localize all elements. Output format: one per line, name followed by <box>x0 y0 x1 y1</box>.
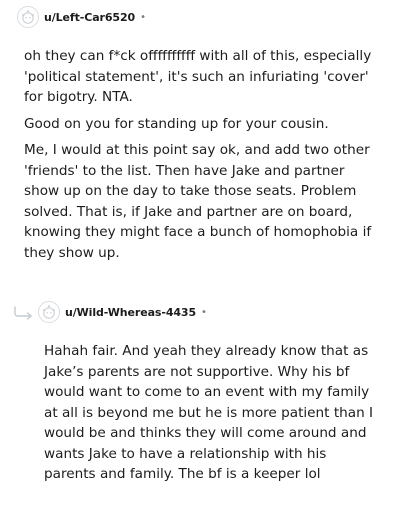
comment-paragraph: Hahah fair. And yeah they already know t… <box>44 343 374 482</box>
avatar[interactable] <box>38 301 60 323</box>
username[interactable]: u/Left-Car6520 <box>44 11 135 24</box>
comment-paragraph: Good on you for standing up for your cou… <box>24 115 329 132</box>
comment-paragraph: oh they can f*ck offffffffff with all of… <box>24 48 372 105</box>
snoo-avatar-icon <box>43 305 55 319</box>
comment-header: u/Wild-Whereas-4435 • <box>38 298 207 326</box>
separator-dot: • <box>140 11 146 23</box>
reply-thread-arrow-icon <box>14 306 32 320</box>
comment-body: oh they can f*ck offffffffff with all of… <box>24 46 376 269</box>
comment-header: u/Left-Car6520 • <box>17 3 146 31</box>
avatar[interactable] <box>17 6 39 28</box>
comment-paragraph: Me, I would at this point say ok, and ad… <box>24 142 372 261</box>
comment-body: Hahah fair. And yeah they already know t… <box>44 341 374 491</box>
snoo-avatar-icon <box>22 10 34 24</box>
username[interactable]: u/Wild-Whereas-4435 <box>65 306 196 319</box>
separator-dot: • <box>201 306 207 318</box>
